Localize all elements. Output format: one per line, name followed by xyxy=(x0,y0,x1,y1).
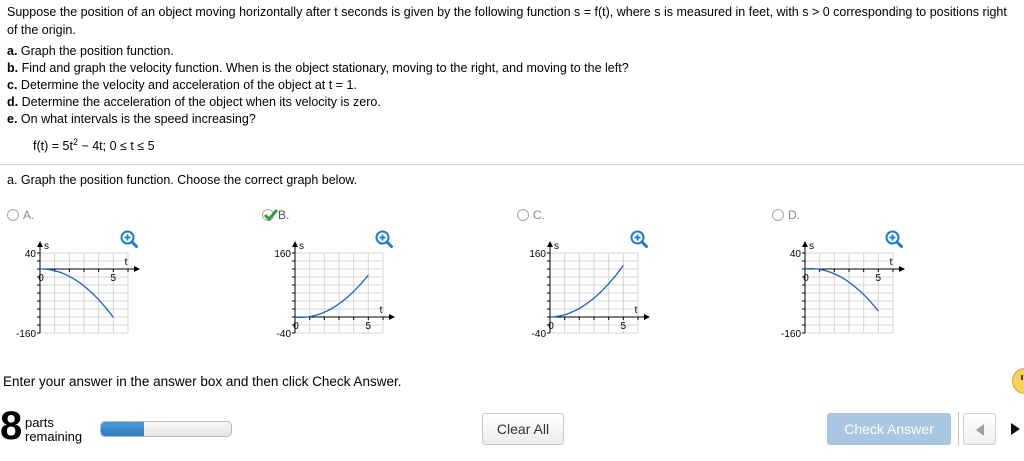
option-d-header[interactable]: D. xyxy=(772,206,800,224)
t-axis-label: t xyxy=(890,257,893,268)
problem-part-b: b. Find and graph the velocity function.… xyxy=(7,61,629,75)
clear-all-button[interactable]: Clear All xyxy=(482,413,564,445)
y-axis-label: s xyxy=(554,241,559,252)
t-axis-label: t xyxy=(635,305,638,316)
question-prompt: a. Graph the position function. Choose t… xyxy=(7,173,358,187)
t-tick-5: 5 xyxy=(366,321,372,332)
parts-remaining-count: 8 xyxy=(0,404,23,448)
position-curve xyxy=(294,274,369,318)
origin-label: 0 xyxy=(803,273,809,284)
option-b[interactable]: B. s 160 -40 t 5 0 xyxy=(262,206,402,346)
origin-label: 0 xyxy=(38,273,44,284)
problem-statement: Suppose the position of an object moving… xyxy=(7,4,1019,128)
button-separator xyxy=(958,412,959,446)
help-face-icon[interactable] xyxy=(1012,368,1024,394)
progress-bar xyxy=(100,421,232,437)
problem-part-e: e. On what intervals is the speed increa… xyxy=(7,112,256,126)
y-tick-top: 160 xyxy=(274,249,291,260)
y-axis-label: s xyxy=(299,241,304,252)
next-arrow-button[interactable] xyxy=(1003,413,1024,445)
problem-part-d: d. Determine the acceleration of the obj… xyxy=(7,95,381,109)
origin-label: 0 xyxy=(548,321,554,332)
option-c-radio[interactable] xyxy=(517,209,529,221)
y-tick-top: 40 xyxy=(790,249,802,260)
option-c[interactable]: C. s 160 -40 t 5 0 xyxy=(517,206,657,346)
option-b-label: B. xyxy=(278,208,290,222)
progress-fill xyxy=(101,422,144,436)
t-tick-5: 5 xyxy=(111,273,117,284)
y-tick-top: 40 xyxy=(25,249,37,260)
check-answer-button[interactable]: Check Answer xyxy=(827,413,951,445)
problem-parts: a. Graph the position function. b. Find … xyxy=(7,43,1019,128)
option-c-graph: s 160 -40 t5 0 xyxy=(529,241,650,340)
y-axis-label: s xyxy=(44,241,49,252)
option-a[interactable]: A. s 40 -160 t 5 0 xyxy=(7,206,147,346)
option-a-radio[interactable] xyxy=(7,209,19,221)
option-c-label: C. xyxy=(533,208,545,222)
t-axis-label: t xyxy=(125,257,128,268)
origin-label: 0 xyxy=(293,321,299,332)
t-tick-5: 5 xyxy=(876,273,882,284)
correct-check-icon xyxy=(263,209,279,222)
previous-arrow-button[interactable] xyxy=(963,413,996,445)
option-c-header[interactable]: C. xyxy=(517,206,545,224)
position-curve xyxy=(804,268,879,312)
divider xyxy=(0,164,1024,165)
option-d-graph: s 40 -160 t5 0 xyxy=(781,241,905,340)
y-tick-bottom: -160 xyxy=(16,329,36,340)
option-b-radio[interactable] xyxy=(262,209,279,222)
t-axis-label: t xyxy=(380,305,383,316)
problem-part-a: a. Graph the position function. xyxy=(7,44,174,58)
problem-intro: Suppose the position of an object moving… xyxy=(7,5,1007,37)
option-a-label: A. xyxy=(23,208,35,222)
option-d-label: D. xyxy=(788,208,800,222)
function-definition: f(t) = 5t2 − 4t; 0 ≤ t ≤ 5 xyxy=(33,137,155,154)
problem-part-c: c. Determine the velocity and accelerati… xyxy=(7,78,357,92)
y-axis-label: s xyxy=(809,241,814,252)
y-tick-bottom: -160 xyxy=(781,329,801,340)
instructions-text: Enter your answer in the answer box and … xyxy=(3,374,402,389)
option-b-graph: s 160 -40 t5 0 xyxy=(274,241,395,340)
option-b-header[interactable]: B. xyxy=(262,206,289,224)
option-a-header[interactable]: A. xyxy=(7,206,34,224)
t-tick-5: 5 xyxy=(621,321,627,332)
option-d[interactable]: D. s 40 -160 t 5 0 xyxy=(772,206,912,346)
option-a-graph: s 40 -160 t5 0 xyxy=(16,241,140,340)
parts-remaining-label: parts remaining xyxy=(25,415,83,444)
option-d-radio[interactable] xyxy=(772,209,784,221)
y-tick-bottom: -40 xyxy=(277,329,292,340)
y-tick-bottom: -40 xyxy=(532,329,547,340)
y-tick-top: 160 xyxy=(529,249,546,260)
